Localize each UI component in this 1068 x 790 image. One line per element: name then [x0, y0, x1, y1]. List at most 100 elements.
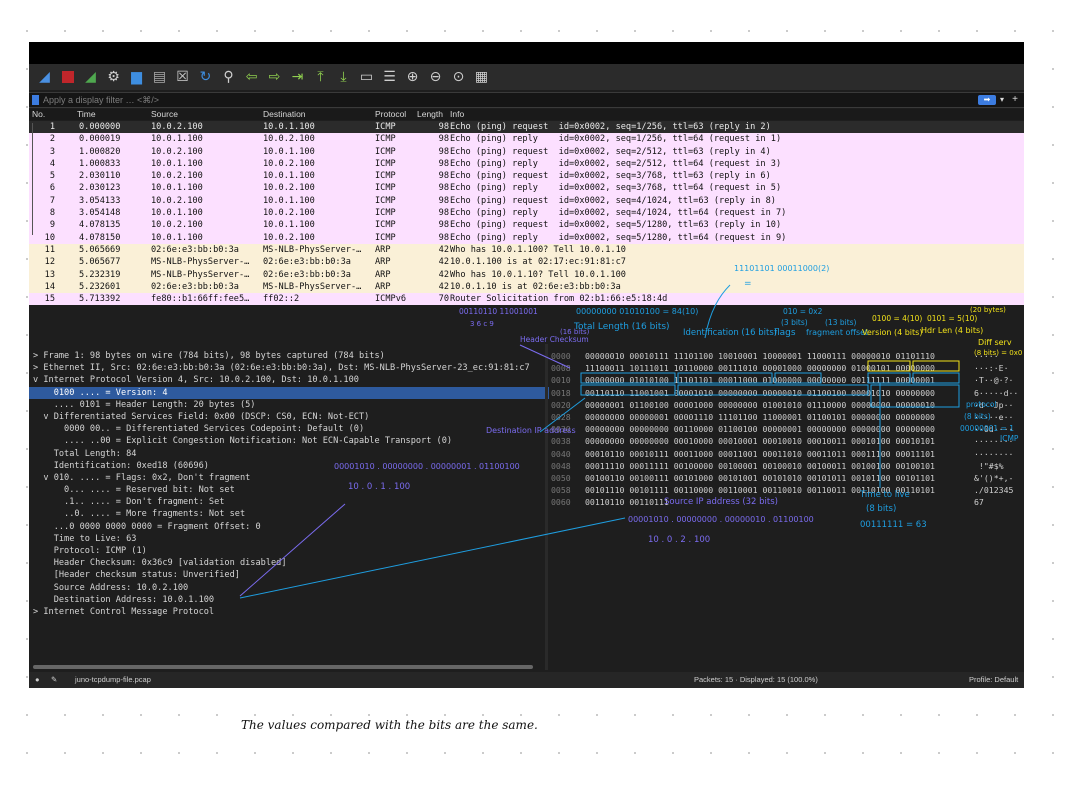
detail-line[interactable]: Destination Address: 10.0.1.100	[29, 594, 549, 606]
stop-capture-icon[interactable]	[59, 68, 77, 86]
packet-cell-info: 10.0.1.100 is at 02:17:ec:91:81:c7	[450, 257, 626, 268]
capture-ready-icon[interactable]: ●	[35, 672, 40, 688]
hex-bits: 00000000 00000000 00010000 00010001 0001…	[585, 436, 935, 447]
packet-cell-len: 42	[438, 244, 449, 255]
detail-line[interactable]: v Internet Protocol Version 4, Src: 10.0…	[29, 374, 549, 386]
detail-line[interactable]: Total Length: 84	[29, 448, 549, 460]
detail-line[interactable]: > Internet Control Message Protocol	[29, 606, 549, 618]
packet-cell-dst: MS-NLB-PhysServer-…	[263, 281, 362, 292]
col-protocol[interactable]: Protocol	[375, 109, 406, 120]
packet-row[interactable]: 15 5.713392 fe80::b1:66ff:fee5… ff02::2 ICMP…	[29, 293, 1024, 306]
last-packet-icon[interactable]: ⤓	[335, 68, 353, 86]
col-destination[interactable]: Destination	[263, 109, 306, 120]
hex-row[interactable]: 0060 00110110 00110111 67	[551, 496, 1024, 508]
col-length[interactable]: Length	[417, 109, 443, 120]
packet-cell-info: 10.0.1.10 is at 02:6e:e3:bb:b0:3a	[450, 281, 621, 292]
detail-line[interactable]: 0100 .... = Version: 4	[29, 386, 549, 399]
detail-line[interactable]: Time to Live: 63	[29, 533, 549, 545]
display-filter-input[interactable]: Apply a display filter … <⌘/>	[43, 93, 159, 107]
packet-row[interactable]: 9 4.078135 10.0.2.100 10.0.1.100 ICMP 98 Echo …	[29, 219, 1024, 232]
open-file-folder-icon[interactable]: ▆	[128, 68, 146, 86]
zoom-reset-icon[interactable]: ⊙	[450, 68, 468, 86]
packet-row[interactable]: 4 1.000833 10.0.1.100 10.0.2.100 ICMP 98 Echo …	[29, 157, 1024, 171]
resize-columns-icon[interactable]: ▦	[473, 68, 491, 86]
restart-capture-icon[interactable]: ◢	[82, 68, 100, 86]
go-forward-arrow-icon[interactable]: ⇨	[266, 68, 284, 86]
find-packet-search-icon[interactable]: ⚲	[220, 68, 238, 86]
hex-row[interactable]: 0000 00000010 00010111 11101100 10010001 …	[551, 350, 1024, 362]
packet-row[interactable]: 6 2.030123 10.0.1.100 10.0.2.100 ICMP 98 Echo …	[29, 182, 1024, 195]
capture-options-gear-icon[interactable]: ⚙	[105, 68, 123, 86]
go-to-packet-icon[interactable]: ⇥	[289, 68, 307, 86]
hex-row[interactable]: 0028 00000000 00000001 00001110 11101100 …	[551, 411, 1024, 423]
packet-cell-src: 10.0.1.100	[151, 134, 203, 145]
colorize-icon[interactable]: ☰	[381, 68, 399, 86]
save-file-icon[interactable]: ▤	[151, 68, 169, 86]
packet-cell-proto: ICMP	[375, 195, 396, 206]
packet-row[interactable]: 13 5.232319 MS-NLB-PhysServer-… 02:6e:e3:bb…	[29, 268, 1024, 281]
hex-off: 0020	[551, 399, 571, 410]
reload-file-icon[interactable]: ↻	[197, 68, 215, 86]
edit-comment-icon[interactable]: ✎	[51, 672, 57, 688]
packet-row[interactable]: 11 5.065669 02:6e:e3:bb:b0:3a MS-NLB-PhysSe…	[29, 243, 1024, 257]
hex-row[interactable]: 0010 00000000 01010100 11101101 00011000 …	[551, 374, 1024, 386]
hex-row[interactable]: 0038 00000000 00000000 00010000 00010001 …	[551, 435, 1024, 447]
close-file-icon[interactable]: ☒	[174, 68, 192, 86]
hex-row[interactable]: 0048 00011110 00011111 00100000 00100001 …	[551, 460, 1024, 472]
col-time[interactable]: Time	[77, 109, 96, 120]
detail-line[interactable]: .... 0101 = Header Length: 20 bytes (5)	[29, 399, 549, 411]
packet-row[interactable]: 8 3.054148 10.0.1.100 10.0.2.100 ICMP 98 Echo …	[29, 207, 1024, 220]
packet-cell-len: 98	[438, 122, 449, 132]
detail-line[interactable]: ...0 0000 0000 0000 = Fragment Offset: 0	[29, 521, 549, 533]
zoom-in-icon[interactable]: ⊕	[404, 68, 422, 86]
detail-line[interactable]: .1.. .... = Don't fragment: Set	[29, 496, 549, 508]
hex-row[interactable]: 0040 00010110 00010111 00011000 00011001 …	[551, 448, 1024, 460]
hex-row[interactable]: 0020 00000001 01100100 00001000 00000000 …	[551, 399, 1024, 411]
first-packet-icon[interactable]: ⤒	[312, 68, 330, 86]
detail-line[interactable]: .... ..00 = Explicit Congestion Notifica…	[29, 435, 549, 447]
detail-line[interactable]: > Frame 1: 98 bytes on wire (784 bits), …	[29, 350, 549, 362]
go-back-arrow-icon[interactable]: ⇦	[243, 68, 261, 86]
autoscroll-icon[interactable]: ▭	[358, 68, 376, 86]
detail-line[interactable]: 0000 00.. = Differentiated Services Code…	[29, 423, 549, 435]
detail-line[interactable]: Protocol: ICMP (1)	[29, 545, 549, 557]
bookmark-icon[interactable]	[32, 95, 39, 105]
ann-protocol-val: 00000001 = 1	[960, 424, 1014, 433]
packet-cell-len: 98	[438, 134, 449, 145]
status-profile[interactable]: Profile: Default	[969, 672, 1018, 688]
packet-row[interactable]: 12 5.065677 MS-NLB-PhysServer-… 02:6e:e3:bb…	[29, 256, 1024, 269]
detail-line[interactable]: Source Address: 10.0.2.100	[29, 582, 549, 594]
packet-cell-src: MS-NLB-PhysServer-…	[151, 257, 250, 268]
packet-row[interactable]: 7 3.054133 10.0.2.100 10.0.1.100 ICMP 98 Echo …	[29, 194, 1024, 208]
packet-row[interactable]: 10 4.078150 10.0.1.100 10.0.2.100 ICMP 98 Echo…	[29, 231, 1024, 244]
details-scrollbar[interactable]	[29, 664, 547, 670]
zoom-out-icon[interactable]: ⊖	[427, 68, 445, 86]
packet-row[interactable]: 1 0.000000 10.0.2.100 10.0.1.100 ICMP 98 Echo …	[29, 121, 1024, 134]
add-filter-button[interactable]: +	[1012, 93, 1018, 107]
display-filter-bar[interactable]: Apply a display filter … <⌘/> ➡ ▾ +	[29, 92, 1024, 108]
col-info[interactable]: Info	[450, 109, 464, 120]
apply-filter-arrow-icon[interactable]: ➡	[978, 95, 996, 105]
scrollbar-thumb[interactable]	[33, 665, 533, 669]
detail-line[interactable]: ..0. .... = More fragments: Not set	[29, 508, 549, 520]
shark-fin-start-icon[interactable]: ◢	[36, 68, 54, 86]
detail-line[interactable]: v 010. .... = Flags: 0x2, Don't fragment	[29, 472, 549, 484]
hex-row[interactable]: 0050 00100110 00100111 00101000 00101001 …	[551, 472, 1024, 484]
packet-row[interactable]: 2 0.000019 10.0.1.100 10.0.2.100 ICMP 98 Echo …	[29, 133, 1024, 146]
hex-row[interactable]: 0018 00110110 11001001 00001010 00000000 …	[551, 387, 1024, 399]
detail-line[interactable]: 0... .... = Reserved bit: Not set	[29, 484, 549, 496]
packet-row[interactable]: 5 2.030110 10.0.2.100 10.0.1.100 ICMP 98 Echo …	[29, 170, 1024, 183]
detail-line[interactable]: [Header checksum status: Unverified]	[29, 569, 549, 581]
filter-dropdown-chevron-icon[interactable]: ▾	[1000, 93, 1004, 107]
hex-row[interactable]: 0030 00000000 00000000 00110000 01100100 …	[551, 423, 1024, 435]
hex-row[interactable]: 0058 00101110 00101111 00110000 00110001 …	[551, 484, 1024, 496]
col-source[interactable]: Source	[151, 109, 178, 120]
packet-row[interactable]: 14 5.232601 02:6e:e3:bb:b0:3a MS-NLB-PhysSe…	[29, 280, 1024, 294]
col-no[interactable]: No.	[32, 109, 45, 120]
pane-divider[interactable]	[545, 344, 548, 670]
detail-line[interactable]: v Differentiated Services Field: 0x00 (D…	[29, 411, 549, 423]
detail-line[interactable]: > Ethernet II, Src: 02:6e:e3:bb:b0:3a (0…	[29, 362, 549, 374]
detail-line[interactable]: Header Checksum: 0x36c9 [validation disa…	[29, 557, 549, 569]
hex-row[interactable]: 0008 11100011 10111011 10110000 00111010 …	[551, 362, 1024, 374]
packet-row[interactable]: 3 1.000820 10.0.2.100 10.0.1.100 ICMP 98 Echo …	[29, 145, 1024, 158]
